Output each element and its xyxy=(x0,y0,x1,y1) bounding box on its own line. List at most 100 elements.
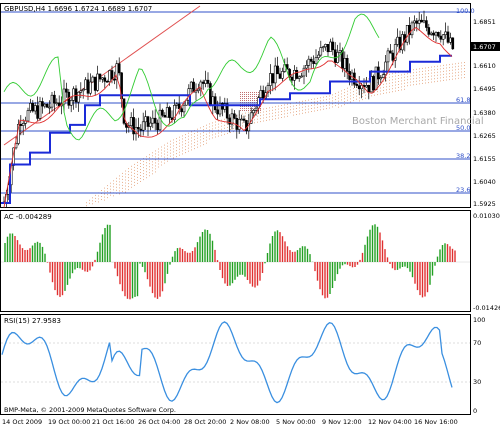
candle-body xyxy=(372,76,375,91)
cloud-dot xyxy=(244,100,245,101)
cloud-dot xyxy=(191,134,192,136)
cloud-dot xyxy=(443,79,444,81)
cloud-dot xyxy=(134,178,135,180)
candle-body xyxy=(26,110,30,122)
cloud-dot xyxy=(371,95,372,97)
cloud-dot xyxy=(246,108,247,109)
cloud-dot xyxy=(356,95,357,97)
price-axis-label: 1.6155 xyxy=(473,155,496,163)
cloud-dot xyxy=(353,94,354,96)
cloud-dot xyxy=(131,165,132,167)
cloud-dot xyxy=(161,164,162,166)
cloud-dot xyxy=(131,186,132,188)
cloud-dot xyxy=(244,94,245,95)
cloud-dot xyxy=(137,176,138,178)
time-axis-label: 12 Nov 04:00 xyxy=(368,418,412,426)
cloud-dot xyxy=(329,95,330,97)
cloud-dot xyxy=(359,100,360,102)
cloud-dot xyxy=(209,129,210,131)
cloud-dot xyxy=(173,154,174,156)
candle-body xyxy=(89,81,92,94)
cloud-dot xyxy=(218,129,219,131)
cloud-dot xyxy=(347,99,348,101)
cloud-dot xyxy=(341,93,342,95)
cloud-dot xyxy=(449,64,450,66)
cloud-dot xyxy=(335,93,336,95)
cloud-dot xyxy=(383,92,384,94)
cloud-dot xyxy=(95,200,96,202)
cloud-dot xyxy=(407,79,408,81)
cloud-dot xyxy=(143,170,144,172)
cloud-dot xyxy=(182,138,183,140)
cloud-dot xyxy=(326,96,327,98)
cloud-dot xyxy=(386,86,387,88)
cloud-dot xyxy=(248,100,249,101)
cloud-dot xyxy=(95,194,96,196)
cloud-dot xyxy=(200,139,201,141)
cloud-dot xyxy=(362,99,363,101)
cloud-dot xyxy=(188,138,189,140)
cloud-dot xyxy=(329,101,330,103)
cloud-dot xyxy=(233,125,234,127)
cloud-dot xyxy=(275,106,276,108)
cloud-dot xyxy=(428,67,429,69)
cloud-dot xyxy=(170,155,171,157)
candle-body xyxy=(420,19,423,23)
cloud-dot xyxy=(422,73,423,75)
cloud-dot xyxy=(122,178,123,180)
cloud-dot xyxy=(246,96,247,97)
cloud-dot xyxy=(116,177,117,179)
cloud-dot xyxy=(137,182,138,184)
cloud-dot xyxy=(240,94,241,95)
cloud-dot xyxy=(275,115,276,117)
cloud-dot xyxy=(455,72,456,74)
cloud-dot xyxy=(134,169,135,171)
cloud-dot xyxy=(191,143,192,145)
candle-body xyxy=(333,49,337,63)
cloud-dot xyxy=(338,91,339,93)
cloud-dot xyxy=(191,137,192,139)
rsi-indicator-panel[interactable] xyxy=(0,314,471,415)
candle-body xyxy=(146,116,150,127)
cloud-dot xyxy=(119,175,120,177)
candle-body xyxy=(65,88,68,93)
cloud-dot xyxy=(317,106,318,108)
cloud-dot xyxy=(428,79,429,81)
candle-body xyxy=(355,83,359,86)
ac-indicator-panel[interactable] xyxy=(0,210,471,312)
cloud-dot xyxy=(152,152,153,154)
cloud-dot xyxy=(149,163,150,165)
cloud-dot xyxy=(437,68,438,70)
cloud-dot xyxy=(464,77,465,78)
cloud-dot xyxy=(260,112,261,114)
cloud-dot xyxy=(125,191,126,193)
cloud-dot xyxy=(401,83,402,85)
cloud-dot xyxy=(347,96,348,98)
cloud-dot xyxy=(244,92,245,93)
cloud-dot xyxy=(407,82,408,84)
cloud-dot xyxy=(155,162,156,164)
rsi-title: RSI(15) 27.9583 xyxy=(4,317,61,325)
cloud-dot xyxy=(107,194,108,196)
cloud-dot xyxy=(410,75,411,77)
cloud-dot xyxy=(152,170,153,172)
candle-body xyxy=(96,73,99,91)
candle-body xyxy=(36,105,39,119)
cloud-dot xyxy=(212,125,213,127)
cloud-dot xyxy=(266,107,267,109)
cloud-dot xyxy=(240,100,241,101)
cloud-dot xyxy=(116,183,117,185)
cloud-dot xyxy=(425,79,426,81)
candle-body xyxy=(77,92,80,103)
cloud-dot xyxy=(263,108,264,110)
cloud-dot xyxy=(344,92,345,94)
cloud-dot xyxy=(260,108,261,109)
cloud-dot xyxy=(218,132,219,134)
cloud-dot xyxy=(104,187,105,189)
cloud-dot xyxy=(164,153,165,155)
cloud-dot xyxy=(383,83,384,85)
candle-body xyxy=(185,99,188,106)
candle-body xyxy=(163,115,167,118)
cloud-dot xyxy=(197,146,198,148)
candle-body xyxy=(269,73,272,86)
